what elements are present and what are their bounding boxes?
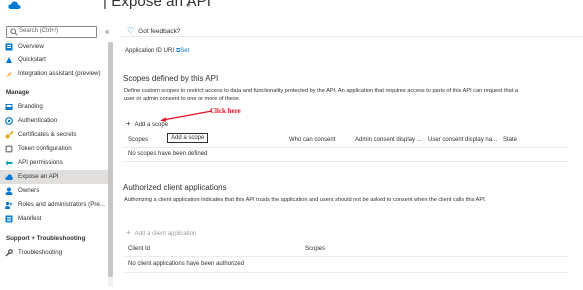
- add-client-label: Add a client application: [134, 231, 197, 237]
- column-header: State: [503, 137, 518, 143]
- clients-section-title: Authorized client applications: [123, 183, 227, 192]
- table-divider: [124, 272, 569, 273]
- click-here-annotation: Click here: [210, 107, 241, 115]
- page-title: | Expose an API: [103, 0, 211, 10]
- branding-icon: [5, 104, 13, 110]
- rocket-icon: [6, 71, 12, 77]
- feedback-button[interactable]: ♡ Got feedback?: [127, 26, 180, 35]
- roles-icon: [5, 201, 13, 209]
- sidebar-item-label: Expose an API: [18, 173, 59, 180]
- sidebar-scrollbar-thumb[interactable]: [108, 42, 113, 277]
- column-header: Scopes: [305, 246, 326, 252]
- authentication-icon: [5, 117, 13, 125]
- page-header: | Expose an API ⌖: [0, 0, 583, 18]
- sidebar-item-label: Owners: [18, 187, 40, 194]
- sidebar-item-label: Roles and administrators (Pre...: [18, 201, 106, 208]
- plus-icon: +: [126, 119, 131, 128]
- sidebar-item-token-configuration[interactable]: Token configuration: [0, 142, 108, 156]
- sidebar-item-label: Quickstart: [18, 56, 46, 63]
- collapse-sidebar-button[interactable]: «: [105, 27, 109, 36]
- sidebar-item-label: Manifest: [18, 215, 42, 222]
- sidebar-item-troubleshooting[interactable]: Troubleshooting: [0, 246, 108, 260]
- sidebar-item-owners[interactable]: Owners: [0, 184, 108, 198]
- app-id-uri-set-link[interactable]: ⧉Set: [176, 48, 189, 55]
- sidebar-item-api-permissions[interactable]: API permissions: [0, 156, 108, 170]
- table-divider: [124, 161, 569, 162]
- heart-icon: ♡: [127, 26, 135, 35]
- sidebar-item-label: Branding: [18, 103, 43, 110]
- column-header: Scopes: [128, 137, 149, 143]
- sidebar-item-label: Troubleshooting: [18, 249, 63, 256]
- sidebar-item-label: Token configuration: [18, 145, 72, 152]
- column-header: Client Id: [128, 246, 151, 252]
- clients-description: Authorizing a client application indicat…: [124, 197, 487, 203]
- sidebar: Search (Ctrl+/) « Overview Quickstart In…: [0, 18, 115, 290]
- sidebar-item-branding[interactable]: Branding: [0, 100, 108, 114]
- key-icon: [5, 131, 13, 139]
- column-header: Who can consent: [289, 137, 336, 143]
- quickstart-icon: [6, 57, 12, 63]
- column-header: User consent display na...: [428, 137, 498, 143]
- scopes-table-header: Scopes Who can consent Admin consent dis…: [124, 137, 569, 147]
- table-divider: [124, 147, 569, 148]
- sidebar-item-overview[interactable]: Overview: [0, 40, 108, 54]
- sidebar-item-label: Certificates & secrets: [18, 131, 77, 138]
- set-label: Set: [180, 48, 190, 54]
- sidebar-scrollbar[interactable]: [108, 42, 113, 287]
- sidebar-item-label: Integration assistant (preview): [18, 70, 101, 77]
- search-icon: [10, 28, 18, 36]
- sidebar-item-label: Overview: [18, 43, 44, 50]
- sidebar-item-integration-assistant[interactable]: Integration assistant (preview): [0, 67, 108, 81]
- add-client-application-button[interactable]: + Add a client application: [126, 228, 196, 237]
- sidebar-item-roles-administrators[interactable]: Roles and administrators (Pre...: [0, 198, 108, 212]
- plus-icon: +: [126, 228, 131, 237]
- sidebar-item-manifest[interactable]: Manifest: [0, 212, 108, 226]
- toolbar-divider: [120, 36, 583, 37]
- table-divider: [124, 256, 569, 257]
- sidebar-item-expose-an-api[interactable]: Expose an API: [0, 170, 108, 184]
- support-heading: Support + Troubleshooting: [6, 235, 86, 242]
- manifest-icon: [5, 215, 13, 223]
- pin-icon[interactable]: ⌖: [186, 0, 191, 11]
- scopes-description: Define custom scopes to restrict access …: [124, 88, 518, 102]
- search-placeholder: Search (Ctrl+/): [19, 28, 59, 34]
- column-header: Admin consent display ...: [355, 137, 422, 143]
- manage-heading: Manage: [6, 89, 30, 96]
- app-id-uri-label: Application ID URI: [125, 48, 175, 54]
- owners-icon: [5, 187, 13, 195]
- scopes-empty-message: No scopes have been defined: [128, 151, 208, 157]
- clients-table-header: Client Id Scopes: [124, 246, 569, 256]
- sidebar-item-authentication[interactable]: Authentication: [0, 114, 108, 128]
- clients-empty-message: No client applications have been authori…: [128, 261, 245, 267]
- feedback-label: Got feedback?: [138, 28, 181, 35]
- scopes-section-title: Scopes defined by this API: [123, 74, 219, 83]
- sidebar-item-certificates-secrets[interactable]: Certificates & secrets: [0, 128, 108, 142]
- sidebar-item-quickstart[interactable]: Quickstart: [0, 53, 108, 67]
- sidebar-item-label: Authentication: [18, 117, 58, 124]
- overview-icon: [5, 43, 13, 51]
- token-icon: [5, 145, 13, 153]
- azure-cloud-icon: [8, 1, 21, 9]
- api-permissions-icon: [5, 160, 13, 166]
- wrench-icon: [5, 249, 13, 257]
- search-input[interactable]: Search (Ctrl+/): [6, 26, 97, 38]
- cloud-icon: [5, 174, 13, 180]
- sidebar-item-label: API permissions: [18, 159, 63, 166]
